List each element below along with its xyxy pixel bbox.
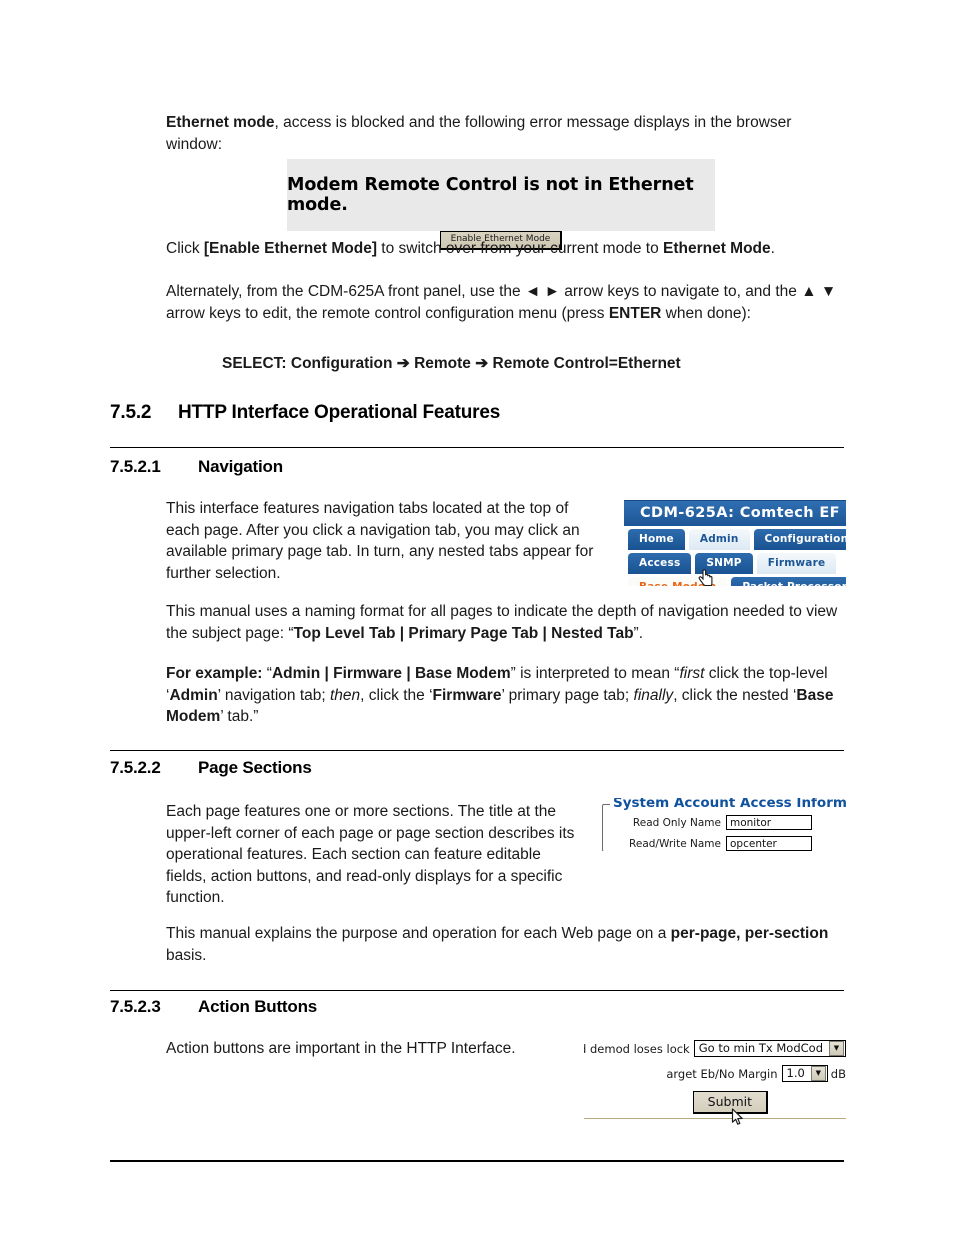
action-buttons-form: nd demod loses lock Go to min Tx ModCod …	[584, 1040, 846, 1119]
example-bold-2: Admin	[169, 686, 218, 704]
navigation-example-paragraph: For example: “Admin | Firmware | Base Mo…	[166, 663, 844, 728]
heading-7-5-2: 7.5.2 HTTP Interface Operational Features	[110, 402, 500, 424]
arrow-cursor-icon	[731, 1108, 743, 1125]
heading-7-5-2-3: 7.5.2.3 Action Buttons	[110, 997, 317, 1017]
demod-loses-lock-label: nd demod loses lock	[584, 1041, 690, 1056]
click-bold1: [Enable Ethernet Mode]	[203, 240, 377, 257]
ebno-margin-select[interactable]: 1.0 ▼	[781, 1065, 828, 1082]
alternately-tail: when done):	[661, 304, 751, 322]
ebno-margin-value: 1.0	[786, 1066, 805, 1080]
navigation-tab-row-top: Home Admin Configuration	[624, 526, 846, 550]
heading-7-5-2-3-number: 7.5.2.3	[110, 997, 161, 1016]
navigation-paragraph-2: This manual uses a naming format for all…	[166, 601, 842, 644]
example-text-3: ’ navigation tab;	[217, 686, 330, 704]
example-text-1: ” is interpreted to mean “	[510, 665, 680, 682]
naming-format-post: ”.	[633, 624, 644, 642]
chevron-down-icon[interactable]: ▼	[829, 1041, 844, 1056]
navigation-tabs-figure: CDM-625A: Comtech EF D Home Admin Config…	[624, 500, 846, 586]
heading-7-5-2-1: 7.5.2.1 Navigation	[110, 457, 283, 477]
chevron-down-icon-2[interactable]: ▼	[810, 1066, 826, 1081]
click-part3: .	[770, 240, 775, 257]
system-account-row-read-only: Read Only Name monitor Rea	[603, 815, 846, 830]
ebno-margin-label: arget Eb/No Margin	[666, 1066, 778, 1081]
modcod-row: nd demod loses lock Go to min Tx ModCod …	[584, 1040, 846, 1057]
example-italic-2: then	[329, 686, 361, 704]
system-account-row-read-write: Read/Write Name opcenter Read	[603, 836, 846, 851]
navigation-tab-row-nested: Base Modem Packet Processor	[624, 574, 846, 586]
heading-7-5-2-2: 7.5.2.2 Page Sections	[110, 758, 312, 778]
pointing-hand-cursor-icon	[698, 569, 713, 586]
alternately-paragraph: Alternately, from the CDM-625A front pan…	[166, 281, 838, 324]
select-menu-path: SELECT: Configuration ➔ Remote ➔ Remote …	[222, 353, 842, 375]
modcod-select[interactable]: Go to min Tx ModCod ▼	[693, 1040, 846, 1057]
heading-7-5-2-1-title: Navigation	[198, 457, 283, 476]
navigation-tabs-widget: CDM-625A: Comtech EF D Home Admin Config…	[624, 500, 846, 586]
example-bold-1: Admin | Firmware | Base Modem	[271, 665, 511, 682]
click-part2: to switch over from your current mode to	[377, 240, 663, 257]
heading-7-5-2-2-title: Page Sections	[198, 758, 312, 777]
action-buttons-paragraph-text: Action buttons are important in the HTTP…	[166, 1040, 516, 1057]
error-message-text: Modem Remote Control is not in Ethernet …	[287, 175, 694, 215]
intro-lead-bold: Ethernet mode	[166, 114, 275, 131]
example-italic-1: first	[679, 665, 705, 682]
navigation-paragraph-1: This interface features navigation tabs …	[166, 498, 596, 584]
click-part1: Click	[166, 240, 204, 257]
per-page-pre: This manual explains the purpose and ope…	[166, 925, 671, 942]
heading-7-5-2-3-title: Action Buttons	[198, 997, 318, 1016]
example-text-4: , click the ‘	[360, 686, 433, 704]
action-figure-divider	[584, 1118, 846, 1119]
example-lead: For example:	[166, 665, 263, 682]
nav-tab-firmware[interactable]: Firmware	[756, 553, 837, 574]
example-bold-3: Firmware	[432, 686, 502, 704]
footer-rule	[110, 1160, 844, 1162]
read-write-name-input[interactable]: opcenter	[726, 836, 812, 851]
page-sections-paragraph-1-text: Each page features one or more sections.…	[166, 803, 575, 906]
navigation-title-bar: CDM-625A: Comtech EF D	[624, 500, 846, 526]
example-text-7: ’ tab.”	[220, 708, 259, 725]
system-account-figure: System Account Access Information Read O…	[600, 798, 846, 851]
per-page-post: basis.	[166, 946, 207, 964]
heading-7-5-2-1-number: 7.5.2.1	[110, 457, 161, 476]
example-italic-3: finally	[633, 686, 674, 704]
ebno-margin-unit: dB	[830, 1066, 846, 1081]
modcod-select-value: Go to min Tx ModCod	[698, 1041, 823, 1055]
error-message-figure: Modem Remote Control is not in Ethernet …	[287, 159, 715, 250]
nav-tab-configuration[interactable]: Configuration	[753, 529, 846, 550]
read-only-name-label: Read Only Name	[632, 816, 721, 829]
heading-7-5-2-number: 7.5.2	[110, 402, 152, 423]
page-sections-paragraph-2: This manual explains the purpose and ope…	[166, 923, 836, 966]
system-account-panel: System Account Access Information Read O…	[602, 798, 846, 851]
navigation-tab-row-primary: Access SNMP Firmware	[624, 550, 846, 574]
click-paragraph: Click [Enable Ethernet Mode] to switch o…	[166, 238, 836, 260]
navigation-paragraph-1-text: This interface features navigation tabs …	[166, 500, 594, 582]
naming-format-bold: Top Level Tab | Primary Page Tab | Neste…	[293, 624, 634, 642]
intro-paragraph: Ethernet mode, access is blocked and the…	[166, 112, 800, 155]
heading-7-5-2-title: HTTP Interface Operational Features	[178, 402, 501, 423]
page-sections-paragraph-1: Each page features one or more sections.…	[166, 801, 578, 909]
nav-tab-home[interactable]: Home	[628, 529, 685, 550]
action-buttons-paragraph: Action buttons are important in the HTTP…	[166, 1038, 596, 1060]
alternately-bold: ENTER	[608, 304, 662, 322]
nav-tab-packet-processor[interactable]: Packet Processor	[731, 577, 846, 586]
click-bold2: Ethernet Mode	[663, 240, 771, 257]
example-text-5: ’ primary page tab;	[501, 686, 634, 704]
nav-tab-access[interactable]: Access	[628, 553, 692, 574]
read-write-name-label: Read/Write Name	[629, 837, 721, 850]
example-text-6: , click the nested ‘	[673, 686, 797, 704]
read-only-name-input[interactable]: monitor	[726, 815, 812, 830]
action-buttons-figure: nd demod loses lock Go to min Tx ModCod …	[584, 1036, 846, 1128]
ebno-margin-row: arget Eb/No Margin 1.0 ▼ dB	[584, 1065, 846, 1082]
example-q1: “	[262, 665, 272, 682]
document-page: Ethernet mode, access is blocked and the…	[0, 0, 954, 1235]
nav-tab-admin[interactable]: Admin	[688, 529, 750, 550]
system-account-legend: System Account Access Information	[610, 798, 846, 811]
rule-above-7-5-2-3	[110, 990, 844, 991]
heading-7-5-2-2-number: 7.5.2.2	[110, 758, 161, 777]
rule-above-7-5-2-2	[110, 750, 844, 751]
select-menu-path-text: SELECT: Configuration ➔ Remote ➔ Remote …	[222, 355, 681, 372]
rule-under-7-5-2	[110, 447, 844, 448]
per-page-bold: per-page, per-section	[670, 925, 829, 942]
